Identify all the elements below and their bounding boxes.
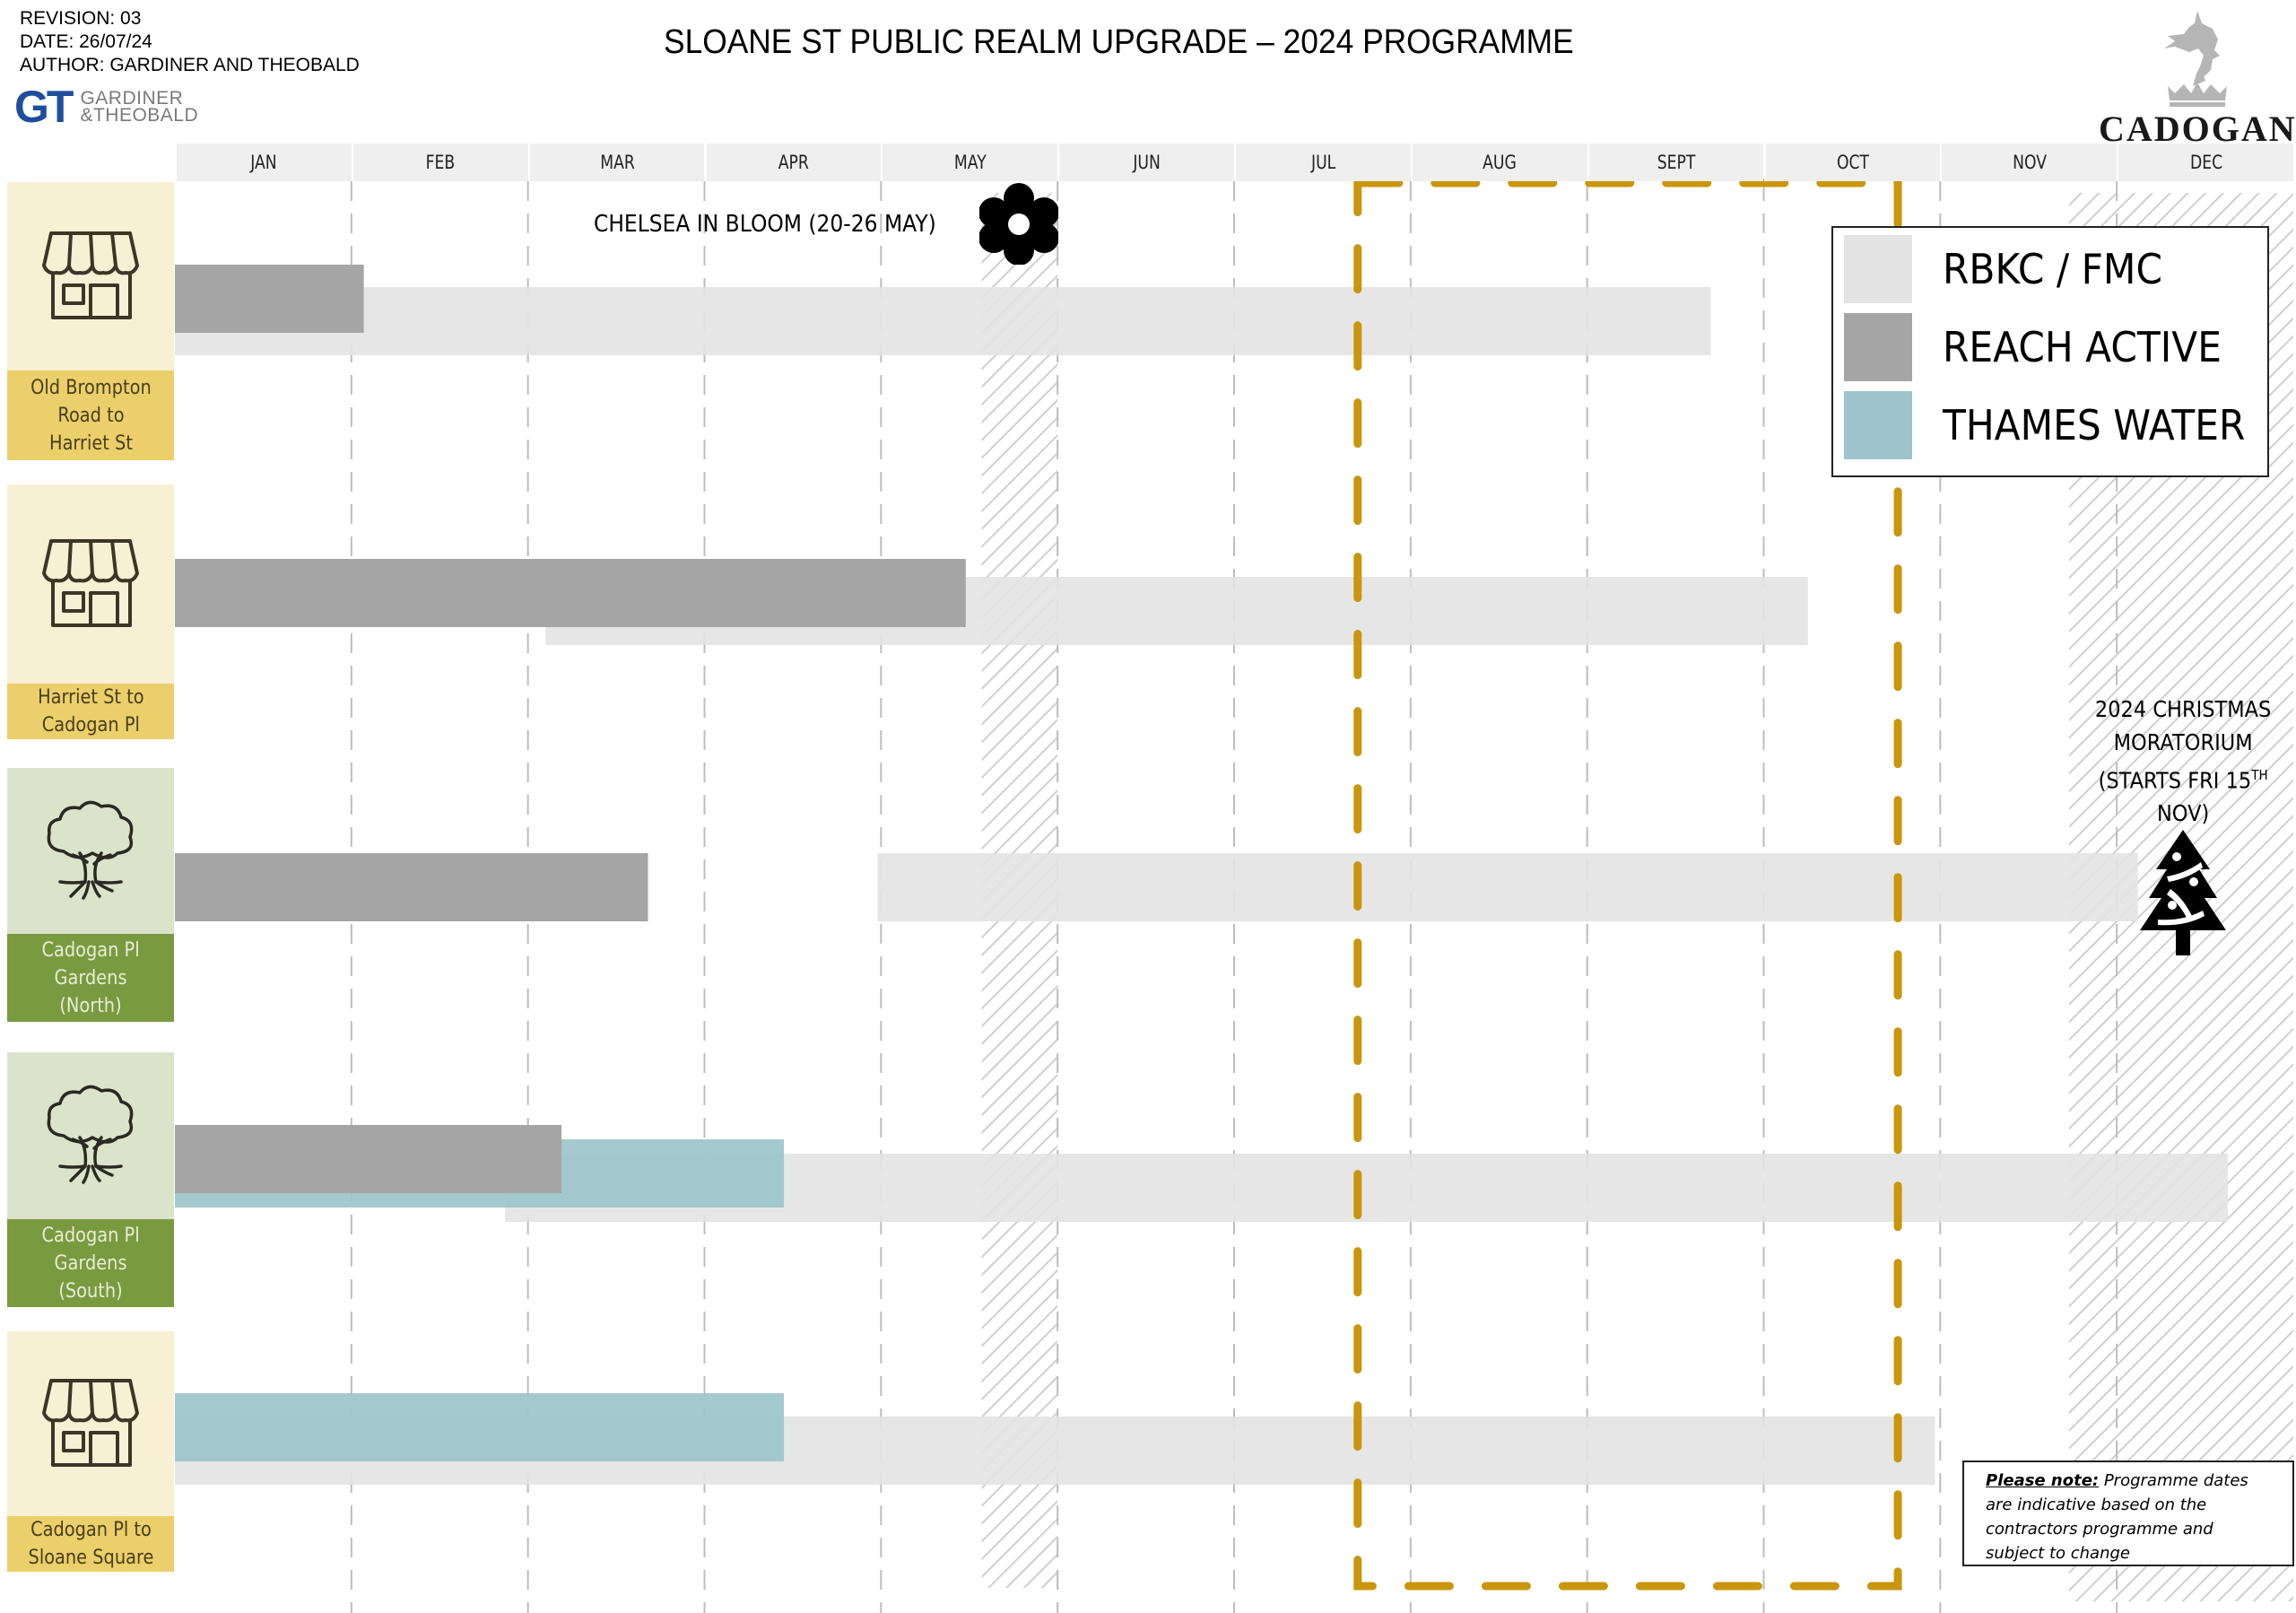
- legend: RBKC / FMC REACH ACTIVE THAMES WATER: [1831, 226, 2269, 477]
- month-header-aug: AUG: [1410, 144, 1587, 181]
- row-icon-panel: [7, 1052, 174, 1219]
- month-label: JAN: [250, 152, 278, 173]
- shop-icon: [42, 231, 139, 319]
- legend-item-thames-water: THAMES WATER: [1844, 391, 2272, 459]
- month-label: AUG: [1483, 152, 1518, 173]
- row-header-2: Harriet St to Cadogan Pl: [7, 484, 174, 739]
- flower-icon: [979, 183, 1058, 265]
- legend-label-rbkc: RBKC / FMC: [1943, 245, 2162, 293]
- month-header-jan: JAN: [175, 144, 352, 181]
- month-label: JUN: [1133, 152, 1161, 173]
- month-label: NOV: [2012, 152, 2047, 173]
- month-header-nov: NOV: [1940, 144, 2118, 181]
- xmas-line-2: MORATORIUM: [2113, 729, 2253, 755]
- shop-icon: [42, 539, 139, 627]
- month-header-oct: OCT: [1763, 144, 1941, 181]
- bar-thames-water-row-5: [175, 1393, 785, 1461]
- month-header-dec: DEC: [2117, 144, 2293, 181]
- xmas-superscript: TH: [2251, 767, 2268, 783]
- month-header-mar: MAR: [527, 144, 705, 181]
- row-label: Cadogan Pl Gardens (North): [7, 934, 174, 1022]
- bar-rbkc-fmc-row-1: [175, 287, 1711, 355]
- row-label-text: Old Brompton Road to Harriet St: [30, 376, 152, 455]
- shop-icon: [42, 1379, 139, 1467]
- row-icon-panel: [7, 182, 174, 371]
- tree-icon: [47, 800, 134, 900]
- xmas-line-1: 2024 CHRISTMAS: [2094, 696, 2272, 722]
- bar-reach-active-row-1: [175, 265, 364, 333]
- month-label: DEC: [2189, 152, 2222, 173]
- chelsea-in-bloom-label: CHELSEA IN BLOOM (20-26 MAY): [594, 211, 936, 238]
- xmas-line-3: (STARTS FRI 15: [2098, 767, 2252, 794]
- month-header-apr: APR: [704, 144, 882, 181]
- month-label: JUL: [1310, 152, 1336, 173]
- row-icon-panel: [7, 484, 174, 684]
- bar-reach-active-row-4: [175, 1125, 562, 1193]
- legend-item-reach-active: REACH ACTIVE: [1844, 313, 2246, 381]
- month-label: OCT: [1836, 152, 1869, 173]
- row-label: Old Brompton Road to Harriet St: [7, 371, 174, 460]
- row-label: Harriet St to Cadogan Pl: [7, 684, 174, 739]
- bar-reach-active-row-3: [175, 853, 648, 921]
- row-header-3: Cadogan Pl Gardens (North): [7, 768, 174, 1022]
- month-label: FEB: [425, 152, 456, 173]
- row-header-1: Old Brompton Road to Harriet St: [7, 182, 174, 460]
- month-header-jul: JUL: [1234, 144, 1411, 181]
- row-label-text: Cadogan Pl Gardens (South): [41, 1224, 140, 1303]
- legend-label-thames-water: THAMES WATER: [1943, 401, 2246, 449]
- month-label: APR: [778, 152, 809, 173]
- month-header-jun: JUN: [1057, 144, 1234, 181]
- note-heading: Please note:: [1986, 1471, 2100, 1490]
- legend-swatch-reach-active: [1844, 313, 1912, 381]
- row-label: Cadogan Pl Gardens (South): [7, 1219, 174, 1307]
- row-label: Cadogan Pl to Sloane Square: [7, 1516, 174, 1572]
- programme-note: Please note: Programme dates are indicat…: [1962, 1460, 2294, 1566]
- bar-reach-active-row-2: [175, 559, 966, 627]
- row-icon-panel: [7, 1331, 174, 1516]
- christmas-moratorium-label: 2024 CHRISTMAS MORATORIUM (STARTS FRI 15…: [2063, 693, 2296, 830]
- row-label-text: Cadogan Pl Gardens (North): [41, 938, 140, 1017]
- month-header-sept: SEPT: [1587, 144, 1764, 181]
- row-icon-panel: [7, 768, 174, 934]
- row-header-4: Cadogan Pl Gardens (South): [7, 1052, 174, 1307]
- month-header-feb: FEB: [351, 144, 528, 181]
- month-label: MAY: [953, 152, 987, 173]
- legend-item-rbkc: RBKC / FMC: [1844, 235, 2181, 303]
- bar-rbkc-fmc-row-3: [877, 853, 2138, 921]
- xmas-line-4: NOV): [2156, 800, 2210, 827]
- row-header-5: Cadogan Pl to Sloane Square: [7, 1331, 174, 1572]
- month-header-may: MAY: [881, 144, 1058, 181]
- row-label-text: Cadogan Pl to Sloane Square: [28, 1519, 153, 1569]
- legend-swatch-rbkc: [1844, 235, 1912, 303]
- christmas-tree-icon: [2140, 830, 2226, 955]
- tree-icon: [47, 1085, 134, 1184]
- row-label-text: Harriet St to Cadogan Pl: [37, 686, 144, 737]
- month-label: MAR: [599, 152, 635, 173]
- month-label: SEPT: [1657, 152, 1696, 173]
- legend-swatch-thames-water: [1844, 391, 1912, 459]
- legend-label-reach-active: REACH ACTIVE: [1943, 323, 2222, 371]
